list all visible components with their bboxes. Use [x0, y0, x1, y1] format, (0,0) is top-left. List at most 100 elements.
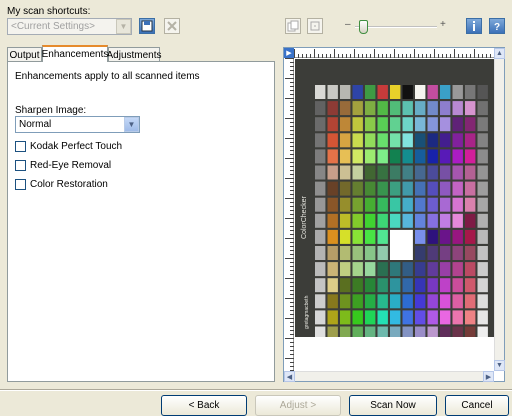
- color-patch: [452, 85, 463, 99]
- color-patch: [440, 310, 451, 325]
- scan-now-button[interactable]: Scan Now: [349, 395, 437, 416]
- ruler-corner-icon[interactable]: ▶: [284, 48, 294, 58]
- sharpen-select[interactable]: Normal ▼: [15, 116, 140, 133]
- color-patch: [465, 181, 476, 196]
- color-patch: [440, 294, 451, 309]
- color-patch: [477, 85, 488, 99]
- color-patch: [315, 181, 326, 196]
- save-icon: [141, 20, 153, 32]
- color-restoration-checkbox[interactable]: Color Restoration: [15, 179, 108, 190]
- color-patch: [415, 117, 426, 132]
- tab-adjustments[interactable]: Adjustments: [106, 47, 162, 62]
- color-patch: [415, 310, 426, 325]
- delete-shortcut-button[interactable]: [164, 18, 180, 34]
- color-patch: [465, 246, 476, 260]
- color-patch: [377, 310, 388, 325]
- color-patch: [415, 294, 426, 309]
- color-patch: [365, 294, 376, 309]
- scroll-down-icon[interactable]: ▼: [494, 360, 505, 371]
- color-patch: [415, 262, 426, 277]
- color-patch: [427, 310, 438, 325]
- copy-button[interactable]: [285, 18, 301, 34]
- color-patch: [365, 101, 376, 116]
- color-patch: [427, 294, 438, 309]
- shortcuts-dropdown[interactable]: <Current Settings> ▼: [7, 18, 132, 35]
- color-patch: [415, 278, 426, 293]
- color-patch: [427, 229, 438, 244]
- preview-scrollbar-vertical[interactable]: ▲ ▼: [494, 48, 505, 371]
- preview-scrollbar-horizontal[interactable]: ◀ ▶: [284, 371, 494, 382]
- color-patch: [340, 117, 351, 132]
- adjust-button[interactable]: Adjust >: [255, 395, 341, 416]
- color-patch: [427, 326, 438, 341]
- info-button[interactable]: [466, 18, 482, 34]
- scroll-right-icon[interactable]: ▶: [483, 371, 494, 382]
- color-patch: [377, 262, 388, 277]
- color-patch: [327, 262, 338, 277]
- color-patch: [327, 181, 338, 196]
- scroll-left-icon[interactable]: ◀: [284, 371, 295, 382]
- help-button[interactable]: ?: [489, 18, 505, 34]
- color-patch: [477, 229, 488, 244]
- refresh-icon: [310, 21, 320, 31]
- color-patch: [315, 149, 326, 164]
- scroll-up-icon[interactable]: ▲: [494, 48, 505, 59]
- save-shortcut-button[interactable]: [139, 18, 155, 34]
- color-patch: [365, 165, 376, 180]
- color-patch: [440, 246, 451, 260]
- color-patch: [402, 197, 413, 212]
- color-patch: [390, 213, 401, 228]
- checkbox-box[interactable]: [15, 160, 26, 171]
- refresh-button[interactable]: [307, 18, 323, 34]
- color-patch: [340, 278, 351, 293]
- color-patch: [427, 117, 438, 132]
- checkbox-box[interactable]: [15, 179, 26, 190]
- color-patch: [352, 326, 363, 341]
- color-patch: [452, 326, 463, 341]
- color-patch: [327, 117, 338, 132]
- color-patch: [390, 165, 401, 180]
- color-patch: [477, 101, 488, 116]
- zoom-plus-label: +: [440, 19, 446, 30]
- color-patch: [440, 85, 451, 99]
- info-icon: [473, 21, 475, 31]
- color-patch: [327, 278, 338, 293]
- color-patch: [402, 85, 413, 99]
- color-patch: [315, 213, 326, 228]
- back-button[interactable]: < Back: [161, 395, 247, 416]
- tab-enhancements[interactable]: Enhancements: [42, 45, 108, 62]
- chevron-down-icon[interactable]: ▼: [116, 19, 131, 34]
- tab-output[interactable]: Output: [7, 47, 42, 62]
- color-patch: [402, 117, 413, 132]
- vertical-ruler: [284, 58, 294, 371]
- color-patch: [465, 101, 476, 116]
- cancel-button[interactable]: Cancel: [445, 395, 509, 416]
- checkbox-box[interactable]: [15, 141, 26, 152]
- color-checker-card: ColorChecker gretagmacbeth: [295, 59, 494, 341]
- red-eye-removal-checkbox[interactable]: Red-Eye Removal: [15, 160, 111, 171]
- color-patch: [415, 149, 426, 164]
- color-patch: [315, 85, 326, 99]
- color-patch: [377, 213, 388, 228]
- zoom-minus-label: –: [345, 19, 351, 30]
- shortcuts-label: My scan shortcuts:: [7, 6, 91, 17]
- color-patch: [427, 278, 438, 293]
- chevron-down-icon[interactable]: ▼: [124, 117, 139, 132]
- color-patch: [340, 310, 351, 325]
- color-patch: [352, 149, 363, 164]
- color-patch: [377, 278, 388, 293]
- zoom-slider-thumb[interactable]: [359, 20, 368, 34]
- color-patch: [465, 294, 476, 309]
- color-patch: [315, 229, 326, 244]
- kodak-perfect-touch-checkbox[interactable]: Kodak Perfect Touch: [15, 141, 122, 152]
- color-patch: [352, 181, 363, 196]
- enhancements-intro: Enhancements apply to all scanned items: [15, 71, 200, 82]
- color-patch: [477, 133, 488, 148]
- color-patch: [452, 246, 463, 260]
- color-patch: [390, 149, 401, 164]
- color-patch: [415, 197, 426, 212]
- color-patch: [390, 133, 401, 148]
- color-patch: [402, 133, 413, 148]
- copy-icon: [287, 20, 299, 32]
- color-patch: [327, 197, 338, 212]
